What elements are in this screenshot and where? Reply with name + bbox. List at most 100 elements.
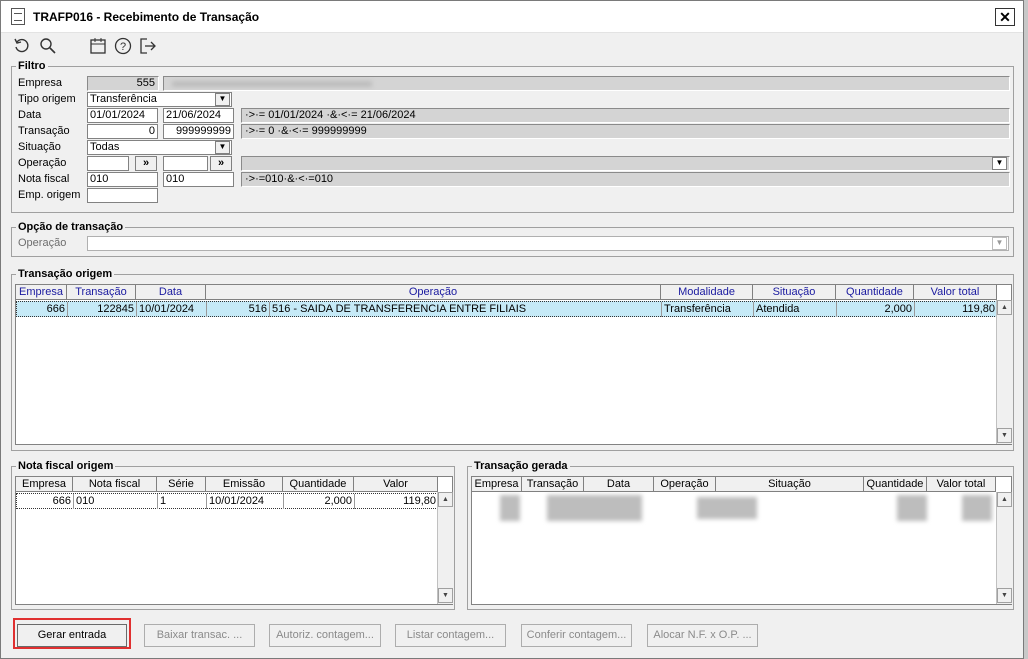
- emp-origem-input[interactable]: [87, 188, 158, 203]
- search-icon[interactable]: [39, 37, 57, 55]
- scroll-up-icon[interactable]: ▲: [438, 492, 453, 507]
- empresa-field[interactable]: 555: [87, 76, 159, 91]
- col-valor-total[interactable]: Valor total: [914, 285, 997, 300]
- col-operacao[interactable]: Operação: [206, 285, 661, 300]
- cell-valor-total: 119,80: [915, 302, 998, 317]
- nota-fiscal-to-input[interactable]: 010: [163, 172, 234, 187]
- cell-quantidade: 2,000: [837, 302, 915, 317]
- col-modalidade[interactable]: Modalidade: [661, 285, 753, 300]
- gerada-scrollbar[interactable]: ▲ ▼: [996, 492, 1012, 604]
- opcao-operacao-label: Operação: [18, 237, 67, 249]
- nota-fiscal-grid[interactable]: Empresa Nota fiscal Série Emissão Quanti…: [15, 476, 453, 605]
- cell-operacao: 516 - SAIDA DE TRANSFERENCIA ENTRE FILIA…: [270, 302, 662, 317]
- col-transacao[interactable]: Transação: [67, 285, 136, 300]
- origem-grid[interactable]: Empresa Transação Data Operação Modalida…: [15, 284, 1012, 445]
- origem-title: Transação origem: [16, 268, 115, 280]
- operacao-to-input[interactable]: [163, 156, 208, 171]
- autoriz-contagem-button[interactable]: Autoriz. contagem...: [269, 624, 381, 647]
- title-bar: TRAFP016 - Recebimento de Transação ✕: [1, 1, 1023, 33]
- listar-contagem-button[interactable]: Listar contagem...: [395, 624, 506, 647]
- alocar-nf-op-button[interactable]: Alocar N.F. x O.P. ...: [647, 624, 758, 647]
- chevron-down-icon[interactable]: ▼: [992, 237, 1007, 250]
- scroll-down-icon[interactable]: ▼: [438, 588, 453, 603]
- col-valor[interactable]: Valor: [354, 477, 438, 492]
- app-window: TRAFP016 - Recebimento de Transação ✕ ? …: [0, 0, 1024, 659]
- col-serie[interactable]: Série: [157, 477, 206, 492]
- col-emissao[interactable]: Emissão: [206, 477, 283, 492]
- scroll-up-icon[interactable]: ▲: [997, 492, 1012, 507]
- cell-situacao: Atendida: [754, 302, 837, 317]
- col-valor-total[interactable]: Valor total: [927, 477, 996, 492]
- operacao-select[interactable]: [241, 156, 1010, 171]
- undo-icon[interactable]: [13, 37, 31, 55]
- col-data[interactable]: Data: [136, 285, 206, 300]
- col-quantidade[interactable]: Quantidade: [283, 477, 354, 492]
- chevron-down-icon[interactable]: ▼: [992, 157, 1007, 170]
- empresa-name-field: [163, 76, 1010, 91]
- baixar-transac-button[interactable]: Baixar transac. ...: [144, 624, 255, 647]
- situacao-select[interactable]: Todas: [87, 140, 232, 155]
- col-situacao[interactable]: Situação: [716, 477, 864, 492]
- table-row[interactable]: 666 010 1 10/01/2024 2,000 119,80: [16, 493, 439, 509]
- nota-fiscal-label: Nota fiscal: [18, 173, 70, 185]
- close-button[interactable]: ✕: [995, 8, 1015, 26]
- operacao-to-button[interactable]: »: [210, 156, 232, 171]
- col-situacao[interactable]: Situação: [753, 285, 836, 300]
- cell-empresa: 666: [17, 494, 74, 509]
- cell-valor: 119,80: [355, 494, 439, 509]
- help-icon[interactable]: ?: [114, 37, 132, 55]
- col-empresa[interactable]: Empresa: [472, 477, 522, 492]
- col-nota-fiscal[interactable]: Nota fiscal: [73, 477, 157, 492]
- cell-transacao: 122845: [68, 302, 137, 317]
- cell-modalidade: Transferência: [662, 302, 754, 317]
- opcao-title: Opção de transação: [16, 221, 126, 233]
- exit-icon[interactable]: [139, 37, 157, 55]
- cell-emissao: 10/01/2024: [207, 494, 284, 509]
- gerada-title: Transação gerada: [472, 460, 570, 472]
- nota-fiscal-expression: ·>·=010·&·<·=010: [241, 172, 1010, 187]
- gerada-grid[interactable]: Empresa Transação Data Operação Situação…: [471, 476, 1012, 605]
- cell-nota-fiscal: 010: [74, 494, 158, 509]
- operacao-from-input[interactable]: [87, 156, 129, 171]
- gerar-entrada-button[interactable]: Gerar entrada: [17, 624, 127, 647]
- col-quantidade[interactable]: Quantidade: [836, 285, 914, 300]
- data-to-input[interactable]: 21/06/2024: [163, 108, 234, 123]
- col-operacao[interactable]: Operação: [654, 477, 716, 492]
- document-icon: [11, 8, 25, 25]
- blurred-rows: [472, 493, 996, 523]
- col-empresa[interactable]: Empresa: [16, 477, 73, 492]
- col-quantidade[interactable]: Quantidade: [864, 477, 927, 492]
- scroll-down-icon[interactable]: ▼: [997, 588, 1012, 603]
- chevron-down-icon[interactable]: ▼: [215, 141, 230, 154]
- col-data[interactable]: Data: [584, 477, 654, 492]
- operacao-from-button[interactable]: »: [135, 156, 157, 171]
- data-expression: ·>·= 01/01/2024 ·&·<·= 21/06/2024: [241, 108, 1010, 123]
- nota-fiscal-scrollbar[interactable]: ▲ ▼: [437, 492, 453, 604]
- col-transacao[interactable]: Transação: [522, 477, 584, 492]
- empresa-label: Empresa: [18, 77, 63, 89]
- transacao-from-input[interactable]: 0: [87, 124, 158, 139]
- col-empresa[interactable]: Empresa: [16, 285, 67, 300]
- conferir-contagem-button[interactable]: Conferir contagem...: [521, 624, 632, 647]
- nota-fiscal-from-input[interactable]: 010: [87, 172, 158, 187]
- cell-empresa: 666: [17, 302, 68, 317]
- nota-fiscal-title: Nota fiscal origem: [16, 460, 116, 472]
- tipo-origem-select[interactable]: Transferência: [87, 92, 232, 107]
- transacao-expression: ·>·= 0 ·&·<·= 999999999: [241, 124, 1010, 139]
- origem-scrollbar[interactable]: ▲ ▼: [996, 300, 1012, 444]
- cell-op-code: 516: [207, 302, 270, 317]
- table-row[interactable]: 666 122845 10/01/2024 516 516 - SAIDA DE…: [16, 301, 998, 317]
- transacao-to-input[interactable]: 999999999: [163, 124, 234, 139]
- operacao-label: Operação: [18, 157, 67, 169]
- window-title: TRAFP016 - Recebimento de Transação: [33, 10, 260, 24]
- scroll-down-icon[interactable]: ▼: [997, 428, 1012, 443]
- opcao-operacao-select[interactable]: [87, 236, 1009, 251]
- tipo-origem-label: Tipo origem: [18, 93, 76, 105]
- emp-origem-label: Emp. origem: [18, 189, 81, 201]
- chevron-down-icon[interactable]: ▼: [215, 93, 230, 106]
- scroll-up-icon[interactable]: ▲: [997, 300, 1012, 315]
- data-from-input[interactable]: 01/01/2024: [87, 108, 158, 123]
- situacao-label: Situação: [18, 141, 61, 153]
- calendar-icon[interactable]: [89, 37, 107, 55]
- transacao-label: Transação: [18, 125, 70, 137]
